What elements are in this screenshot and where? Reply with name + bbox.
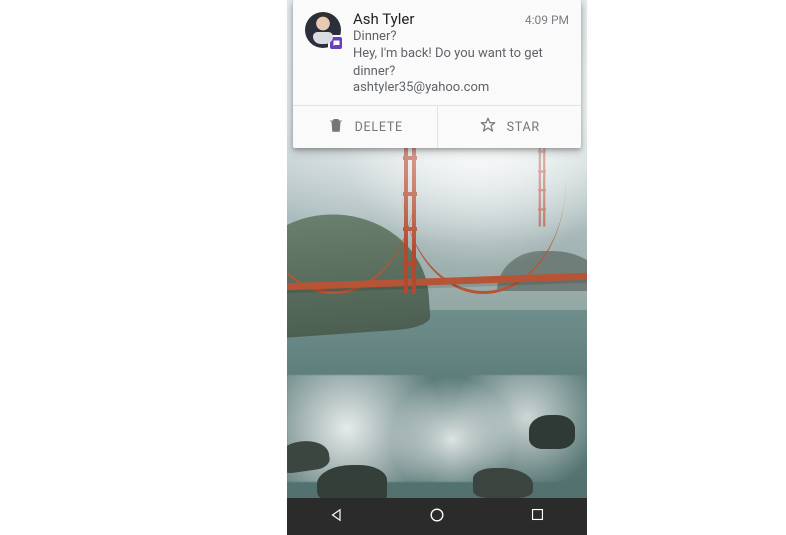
nav-back-button[interactable] <box>317 498 357 535</box>
nav-home-button[interactable] <box>417 498 457 535</box>
sender-name: Ash Tyler <box>353 10 517 28</box>
android-navbar <box>287 498 587 535</box>
home-circle-icon <box>427 505 447 529</box>
email-subject: Dinner? <box>353 29 569 44</box>
star-icon <box>479 116 497 138</box>
email-address: ashtyler35@yahoo.com <box>353 80 569 95</box>
trash-icon <box>327 116 345 138</box>
notification-actions: DELETE STAR <box>293 105 581 148</box>
delete-button[interactable]: DELETE <box>293 106 437 148</box>
recents-square-icon <box>529 506 546 527</box>
star-button[interactable]: STAR <box>437 106 582 148</box>
sender-avatar <box>305 12 341 48</box>
app-badge-icon <box>328 35 344 51</box>
star-label: STAR <box>507 120 540 135</box>
phone-frame: Ash Tyler 4:09 PM Dinner? Hey, I'm back!… <box>287 0 587 535</box>
back-triangle-icon <box>328 506 346 528</box>
email-notification-card[interactable]: Ash Tyler 4:09 PM Dinner? Hey, I'm back!… <box>293 0 581 148</box>
delete-label: DELETE <box>355 120 403 135</box>
timestamp: 4:09 PM <box>525 13 569 27</box>
email-preview: Hey, I'm back! Do you want to get dinner… <box>353 45 569 80</box>
nav-recents-button[interactable] <box>517 498 557 535</box>
